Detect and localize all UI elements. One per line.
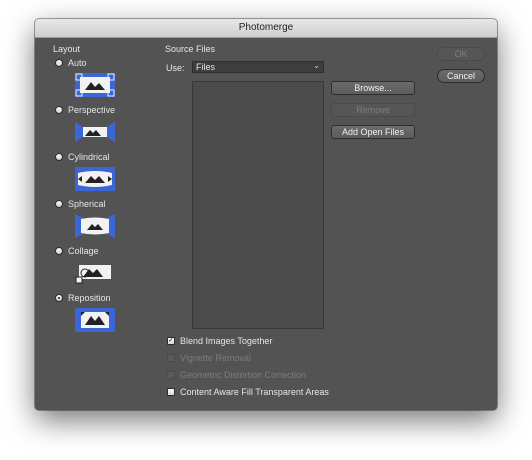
layout-option-reposition[interactable]: Reposition: [55, 292, 111, 304]
radio-reposition[interactable]: [55, 294, 63, 302]
blend-images-option[interactable]: ✓ Blend Images Together: [167, 335, 272, 347]
layout-option-collage[interactable]: Collage: [55, 245, 99, 257]
chevron-down-icon: ⌄: [313, 61, 320, 70]
vignette-removal-label: Vignette Removal: [180, 353, 251, 363]
ok-button[interactable]: OK: [437, 47, 485, 61]
radio-cylindrical[interactable]: [55, 153, 63, 161]
radio-perspective[interactable]: [55, 106, 63, 114]
content-aware-fill-option[interactable]: Content Aware Fill Transparent Areas: [167, 386, 329, 398]
source-files-list[interactable]: [192, 81, 324, 329]
content-aware-fill-checkbox[interactable]: [167, 388, 175, 396]
vignette-removal-checkbox[interactable]: [167, 354, 175, 362]
browse-button[interactable]: Browse...: [331, 81, 415, 95]
add-open-files-button[interactable]: Add Open Files: [331, 125, 415, 139]
use-label: Use:: [166, 63, 185, 73]
layout-option-perspective[interactable]: Perspective: [55, 104, 115, 116]
layout-option-label: Spherical: [68, 199, 106, 209]
distortion-correction-label: Geometric Distortion Correction: [180, 370, 307, 380]
reposition-layout-icon: [75, 308, 115, 332]
cylindrical-layout-icon: [75, 167, 115, 191]
blend-images-checkbox[interactable]: ✓: [167, 337, 175, 345]
use-select[interactable]: Files ⌄: [192, 61, 324, 73]
cancel-button[interactable]: Cancel: [437, 69, 485, 83]
layout-option-cylindrical[interactable]: Cylindrical: [55, 151, 110, 163]
layout-option-label: Perspective: [68, 105, 116, 115]
layout-heading: Layout: [53, 44, 81, 54]
use-select-value: Files: [196, 62, 216, 72]
radio-collage[interactable]: [55, 247, 63, 255]
vignette-removal-option[interactable]: Vignette Removal: [167, 352, 251, 364]
content-aware-fill-label: Content Aware Fill Transparent Areas: [180, 387, 329, 397]
remove-button[interactable]: Remove: [331, 103, 415, 117]
dialog-title: Photomerge: [35, 19, 497, 38]
layout-option-label: Auto: [68, 58, 87, 68]
perspective-layout-icon: [75, 120, 115, 144]
layout-option-label: Reposition: [68, 293, 111, 303]
auto-layout-icon: [75, 73, 115, 97]
source-files-heading: Source Files: [165, 44, 216, 54]
layout-option-spherical[interactable]: Spherical: [55, 198, 106, 210]
blend-images-label: Blend Images Together: [180, 336, 273, 346]
distortion-correction-option[interactable]: Geometric Distortion Correction: [167, 369, 306, 381]
layout-option-label: Cylindrical: [68, 152, 110, 162]
layout-option-auto[interactable]: Auto: [55, 57, 87, 69]
layout-option-label: Collage: [68, 246, 99, 256]
radio-auto[interactable]: [55, 59, 63, 67]
spherical-layout-icon: [75, 214, 115, 238]
distortion-correction-checkbox[interactable]: [167, 371, 175, 379]
collage-layout-icon: [75, 261, 115, 285]
photomerge-dialog: Photomerge Layout Auto Perspective Cylin…: [35, 19, 497, 410]
radio-spherical[interactable]: [55, 200, 63, 208]
